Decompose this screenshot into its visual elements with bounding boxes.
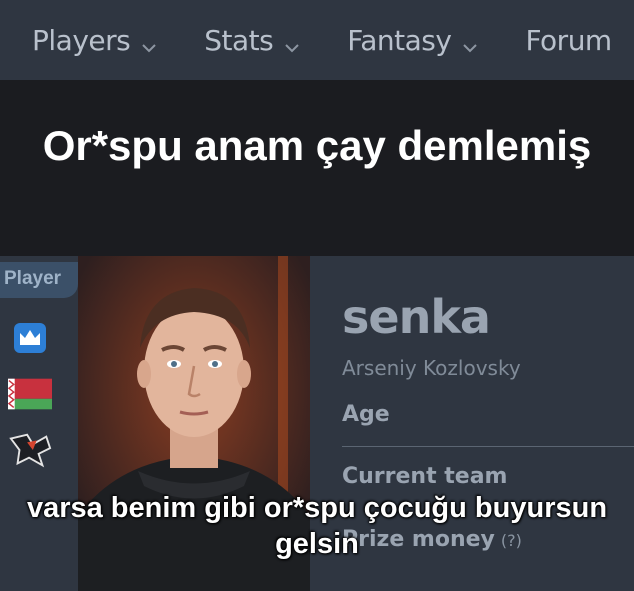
nav-stats-label: Stats [204, 23, 274, 57]
crown-icon[interactable] [8, 318, 52, 358]
player-real-name: Arseniy Kozlovsky [342, 356, 521, 380]
meme-top-text: Or*spu anam çay demlemiş [42, 122, 592, 169]
chevron-down-icon [461, 31, 479, 53]
top-navigation: Players Stats Fantasy Forum [0, 0, 634, 80]
divider [342, 446, 634, 447]
chevron-down-icon [140, 31, 158, 53]
nav-fantasy-label: Fantasy [347, 23, 452, 57]
meme-bottom-text: varsa benim gibi or*spu çocuğu buyursun … [26, 492, 608, 560]
player-nickname: senka [342, 290, 491, 344]
tab-player[interactable]: Player [0, 262, 78, 298]
nav-forum[interactable]: Forum [525, 23, 612, 57]
sidebar-icons [8, 318, 58, 486]
nav-forum-label: Forum [525, 23, 612, 57]
nav-stats[interactable]: Stats [204, 24, 301, 57]
belarus-flag-icon [8, 374, 52, 414]
player-info: senka Arseniy Kozlovsky [342, 290, 634, 380]
age-label: Age [342, 402, 390, 427]
nav-players-label: Players [32, 23, 131, 57]
nav-fantasy[interactable]: Fantasy [347, 24, 479, 57]
chevron-down-icon [283, 31, 301, 53]
current-team-label: Current team [342, 464, 508, 489]
team-logo-icon[interactable] [8, 430, 52, 470]
nav-players[interactable]: Players [32, 24, 158, 57]
